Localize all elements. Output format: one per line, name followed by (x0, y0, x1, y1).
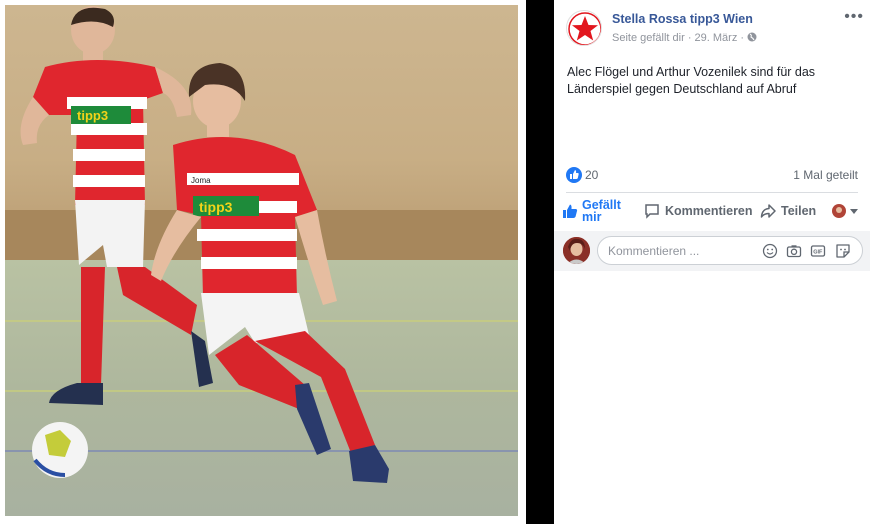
players-illustration: tipp3 tipp3 Joma (20, 6, 389, 483)
like-count[interactable]: 20 (585, 168, 598, 182)
comment-button[interactable]: Kommentieren (644, 196, 753, 226)
like-reaction-icon[interactable] (566, 167, 582, 183)
camera-icon[interactable] (786, 243, 802, 259)
share-count[interactable]: 1 Mal geteilt (793, 168, 858, 182)
caret-down-icon (850, 209, 858, 214)
jersey-sponsor-label: tipp3 (199, 199, 233, 215)
gif-icon[interactable]: GIF (810, 243, 826, 259)
share-label: Teilen (781, 204, 817, 218)
page-avatar[interactable] (566, 10, 602, 46)
football (32, 422, 88, 478)
emoji-icon[interactable] (762, 243, 778, 259)
red-star-logo-icon (568, 12, 601, 45)
post-header: Stella Rossa tipp3 Wien Seite gefällt di… (566, 8, 866, 48)
post-as-selector[interactable] (832, 196, 859, 226)
post-meta-text: Seite gefällt dir · 29. März · (612, 32, 748, 44)
user-avatar[interactable] (563, 237, 590, 264)
share-arrow-icon (760, 204, 776, 218)
jersey-sponsor-label: tipp3 (77, 108, 108, 123)
svg-text:GIF: GIF (813, 250, 823, 256)
comment-composer: GIF (554, 231, 870, 271)
post-stats: 20 1 Mal geteilt (566, 166, 858, 186)
post-text: Alec Flögel und Arthur Vozenilek sind fü… (567, 64, 857, 98)
post-text-line: Alec Flögel und Arthur Vozenilek sind fü… (567, 65, 816, 79)
post-panel: Stella Rossa tipp3 Wien Seite gefällt di… (554, 0, 870, 524)
like-button[interactable]: Gefällt mir (562, 196, 626, 226)
comment-label: Kommentieren (665, 204, 753, 218)
thumbs-up-icon (563, 204, 578, 218)
kit-brand-label: Joma (191, 176, 211, 185)
photo-viewer: tipp3 tipp3 Joma (0, 0, 526, 524)
post-text-line: Länderspiel gegen Deutschland auf Abruf (567, 82, 797, 96)
post-actions: Gefällt mir Kommentieren Teilen (562, 196, 862, 226)
sticker-icon[interactable] (835, 243, 851, 259)
post-photo[interactable]: tipp3 tipp3 Joma (5, 5, 518, 516)
share-button[interactable]: Teilen (760, 196, 816, 226)
globe-icon[interactable] (747, 32, 757, 42)
page-name-link[interactable]: Stella Rossa tipp3 Wien (612, 12, 753, 26)
user-avatar-small-icon (832, 204, 846, 218)
comment-input[interactable] (608, 237, 748, 264)
comment-icon (645, 204, 659, 219)
comment-input-box[interactable]: GIF (597, 236, 863, 265)
viewer-divider (526, 0, 554, 524)
player-front: tipp3 Joma (151, 63, 389, 483)
more-options-button[interactable]: ••• (844, 8, 864, 26)
like-label-line2: mir (582, 210, 602, 224)
separator (566, 192, 858, 193)
post-meta: Seite gefällt dir · 29. März · (612, 32, 757, 44)
